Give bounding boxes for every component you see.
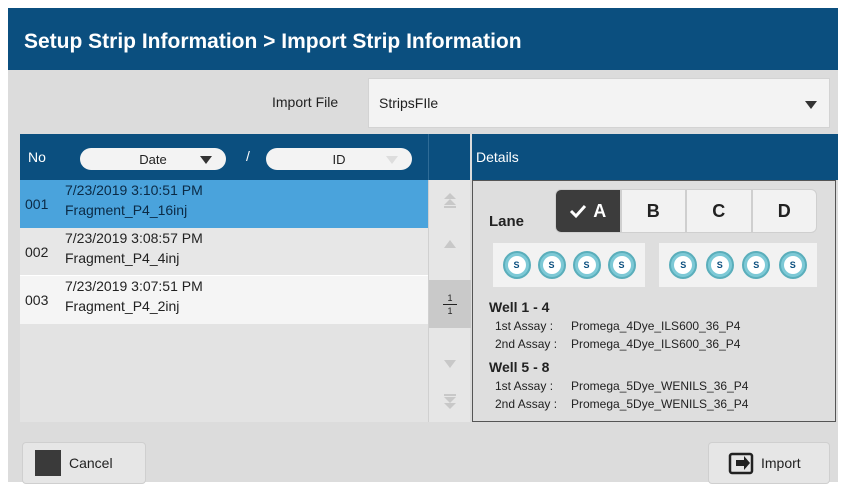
well-marker: S — [542, 256, 561, 274]
well-marker: S — [783, 256, 802, 274]
lane-label: Lane — [489, 213, 525, 230]
sort-separator: / — [246, 148, 250, 164]
row-no: 001 — [25, 196, 49, 212]
lane-c-label: C — [712, 200, 726, 221]
well-icon: S — [742, 251, 771, 279]
list-header: No Date / ID — [20, 134, 470, 180]
import-label: Import — [761, 455, 801, 471]
well-marker: S — [507, 256, 526, 274]
double-up-arrow-icon — [444, 193, 456, 208]
sort-date-dropdown[interactable]: Date — [80, 148, 226, 170]
well-icon: S — [502, 251, 531, 279]
list-item-selected[interactable]: 001 7/23/2019 3:10:51 PM Fragment_P4_16i… — [20, 180, 428, 228]
assay-value: Promega_5Dye_WENILS_36_P4 — [571, 379, 749, 393]
lane-d-label: D — [777, 200, 791, 221]
details-header: Details — [472, 134, 838, 180]
row-id: Fragment_P4_16inj — [65, 202, 188, 218]
row-date: 7/23/2019 3:08:57 PM — [65, 230, 203, 246]
row-date: 7/23/2019 3:10:51 PM — [65, 182, 203, 198]
up-arrow-icon — [444, 240, 456, 248]
well-icon: S — [669, 251, 698, 279]
lane-button-a[interactable]: A — [555, 189, 621, 233]
well-icon: S — [572, 251, 601, 279]
import-file-select[interactable]: StripsFIle — [368, 78, 830, 128]
scroll-top-button[interactable] — [429, 182, 471, 218]
assay-label: 2nd Assay : — [495, 337, 558, 351]
dialog-frame: Setup Strip Information > Import Strip I… — [8, 8, 838, 484]
list-item[interactable]: 002 7/23/2019 3:08:57 PM Fragment_P4_4in… — [20, 228, 428, 276]
scroll-up-button[interactable] — [429, 226, 471, 262]
cancel-button[interactable]: Cancel — [22, 442, 146, 484]
row-id: Fragment_P4_4inj — [65, 250, 180, 266]
lane-selector: A B C D — [555, 189, 817, 233]
assay-value: Promega_4Dye_ILS600_36_P4 — [571, 319, 741, 333]
sort-date-label: Date — [139, 152, 167, 167]
well-icon: S — [705, 251, 734, 279]
well-icon: S — [537, 251, 566, 279]
details-panel: Lane A B C D S S S S S S S S Well 1 - 4 … — [472, 180, 836, 422]
checkmark-icon — [570, 204, 587, 219]
well-icon: S — [607, 251, 636, 279]
lane-button-d[interactable]: D — [751, 189, 817, 233]
list-item[interactable]: 003 7/23/2019 3:07:51 PM Fragment_P4_2in… — [20, 276, 428, 324]
header-divider — [428, 134, 429, 180]
page-title: Setup Strip Information > Import Strip I… — [8, 8, 838, 70]
well-marker: S — [612, 256, 631, 274]
lane-a-label: A — [593, 200, 607, 221]
import-button[interactable]: Import — [708, 442, 830, 484]
chevron-down-icon — [386, 156, 398, 164]
row-no: 002 — [25, 244, 49, 260]
cancel-label: Cancel — [69, 455, 113, 471]
down-arrow-icon — [444, 360, 456, 368]
well-marker: S — [747, 256, 766, 274]
row-no: 003 — [25, 292, 49, 308]
import-icon — [728, 452, 754, 475]
row-date: 7/23/2019 3:07:51 PM — [65, 278, 203, 294]
column-no: No — [28, 149, 46, 165]
list-scrollbar[interactable]: 1 1 — [428, 180, 471, 422]
well-marker: S — [674, 256, 693, 274]
assay-value: Promega_4Dye_ILS600_36_P4 — [571, 337, 741, 351]
scroll-bottom-button[interactable] — [429, 384, 471, 420]
import-file-label: Import File — [272, 94, 339, 110]
page-current: 1 — [447, 292, 453, 303]
row-id: Fragment_P4_2inj — [65, 298, 180, 314]
lane-button-c[interactable]: C — [686, 189, 752, 233]
assay-label: 1st Assay : — [495, 379, 554, 393]
double-down-arrow-icon — [444, 394, 456, 409]
page-indicator: 1 1 — [429, 280, 471, 328]
lane-b-label: B — [646, 200, 660, 221]
assay-label: 2nd Assay : — [495, 397, 558, 411]
strip-list: 001 7/23/2019 3:10:51 PM Fragment_P4_16i… — [20, 180, 428, 422]
scroll-down-button[interactable] — [429, 346, 471, 382]
sort-id-dropdown[interactable]: ID — [266, 148, 412, 170]
assay-label: 1st Assay : — [495, 319, 554, 333]
well-marker: S — [577, 256, 596, 274]
well-icon: S — [778, 251, 807, 279]
sort-id-label: ID — [332, 152, 346, 167]
well-group-5-8: S S S S — [659, 243, 817, 287]
well-group-1-title: Well 1 - 4 — [489, 299, 550, 315]
lane-button-b[interactable]: B — [620, 189, 686, 233]
well-marker: S — [710, 256, 729, 274]
chevron-down-icon — [805, 101, 817, 109]
page-total: 1 — [447, 305, 453, 316]
assay-value: Promega_5Dye_WENILS_36_P4 — [571, 397, 749, 411]
stop-icon — [35, 450, 61, 476]
well-group-2-title: Well 5 - 8 — [489, 359, 550, 375]
well-group-1-4: S S S S — [493, 243, 645, 287]
import-file-value: StripsFIle — [379, 95, 439, 111]
chevron-down-icon — [200, 156, 212, 164]
fraction-bar — [443, 303, 457, 305]
